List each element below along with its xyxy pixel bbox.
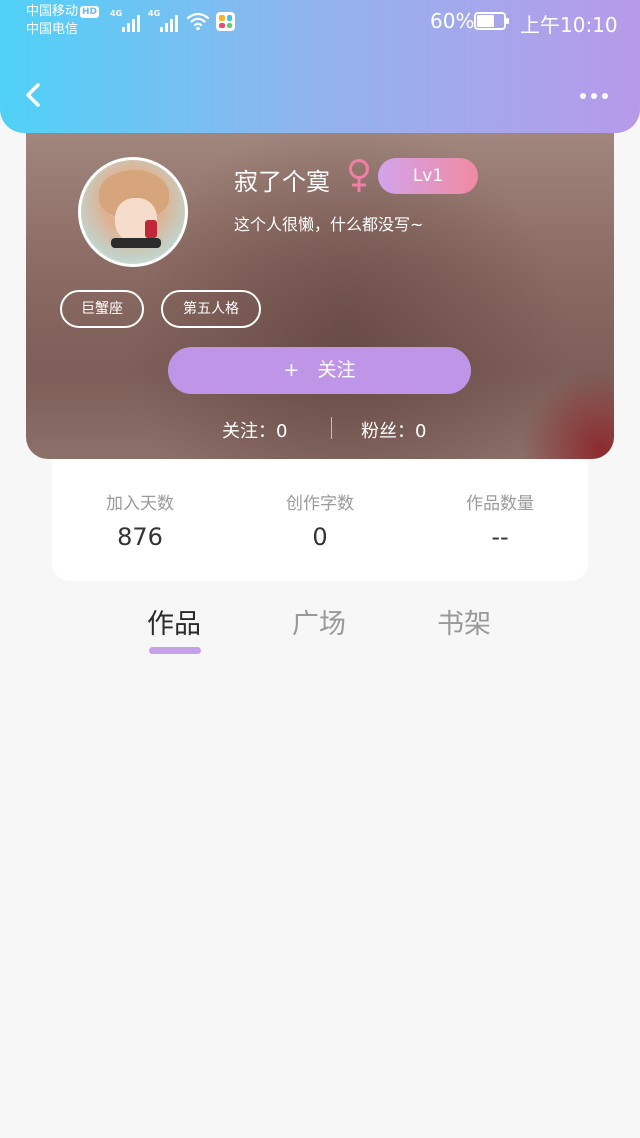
network-type-2: 4G <box>148 9 161 18</box>
chevron-left-icon[interactable] <box>18 78 48 112</box>
profile-page: 中国移动 HD 中国电信 4G 4G 60% 上午10:10 寂了个寞 Lv1 … <box>0 0 640 1138</box>
stat-join-days: 加入天数 876 <box>60 492 220 554</box>
signal-icon-2: 4G <box>148 9 178 32</box>
stat-label: 创作字数 <box>286 494 354 514</box>
header-bar: 中国移动 HD 中国电信 4G 4G 60% 上午10:10 <box>0 0 640 133</box>
tab-square[interactable]: 广场 <box>292 602 346 641</box>
stat-label: 作品数量 <box>466 494 534 514</box>
followers-count[interactable]: 粉丝：0 <box>361 417 426 443</box>
tab-bookshelf[interactable]: 书架 <box>437 602 491 641</box>
stat-value: 0 <box>312 523 328 551</box>
tab-active-indicator <box>149 647 201 654</box>
battery-percent: 60% <box>430 9 475 33</box>
status-bar: 中国移动 HD 中国电信 4G 4G 60% 上午10:10 <box>0 0 640 44</box>
stat-value: -- <box>491 523 509 551</box>
following-count[interactable]: 关注：0 <box>222 417 287 443</box>
stat-works-count: 作品数量 -- <box>420 492 580 554</box>
plus-icon: + <box>283 359 300 381</box>
carrier-2: 中国电信 <box>26 22 79 37</box>
wifi-icon <box>186 12 210 31</box>
tag-zodiac[interactable]: 巨蟹座 <box>60 290 144 328</box>
profile-card: 寂了个寞 Lv1 这个人很懒，什么都没写~ 巨蟹座 第五人格 + 关注 关注：0 … <box>26 110 614 459</box>
follow-button-label: 关注 <box>317 359 356 381</box>
more-dots-icon[interactable] <box>580 86 620 106</box>
network-type-1: 4G <box>110 9 123 18</box>
stat-label: 加入天数 <box>106 494 174 514</box>
username: 寂了个寞 <box>234 168 330 196</box>
follow-button[interactable]: + 关注 <box>168 347 471 394</box>
stat-value: 876 <box>117 523 163 551</box>
app-notification-icon <box>216 12 235 31</box>
carrier-1: 中国移动 <box>26 4 79 19</box>
female-symbol-icon <box>349 159 369 192</box>
level-badge: Lv1 <box>378 158 478 194</box>
tab-works[interactable]: 作品 <box>147 602 201 641</box>
carrier-info: 中国移动 HD 中国电信 <box>26 3 100 39</box>
status-time: 上午10:10 <box>520 13 618 37</box>
hd-badge: HD <box>80 6 100 18</box>
bio-text: 这个人很懒，什么都没写~ <box>234 215 424 234</box>
signal-icon-1: 4G <box>110 9 140 32</box>
avatar[interactable] <box>78 157 188 267</box>
battery-icon <box>474 12 509 30</box>
stats-divider <box>331 417 332 439</box>
tag-game[interactable]: 第五人格 <box>161 290 261 328</box>
stat-word-count: 创作字数 0 <box>240 492 400 554</box>
